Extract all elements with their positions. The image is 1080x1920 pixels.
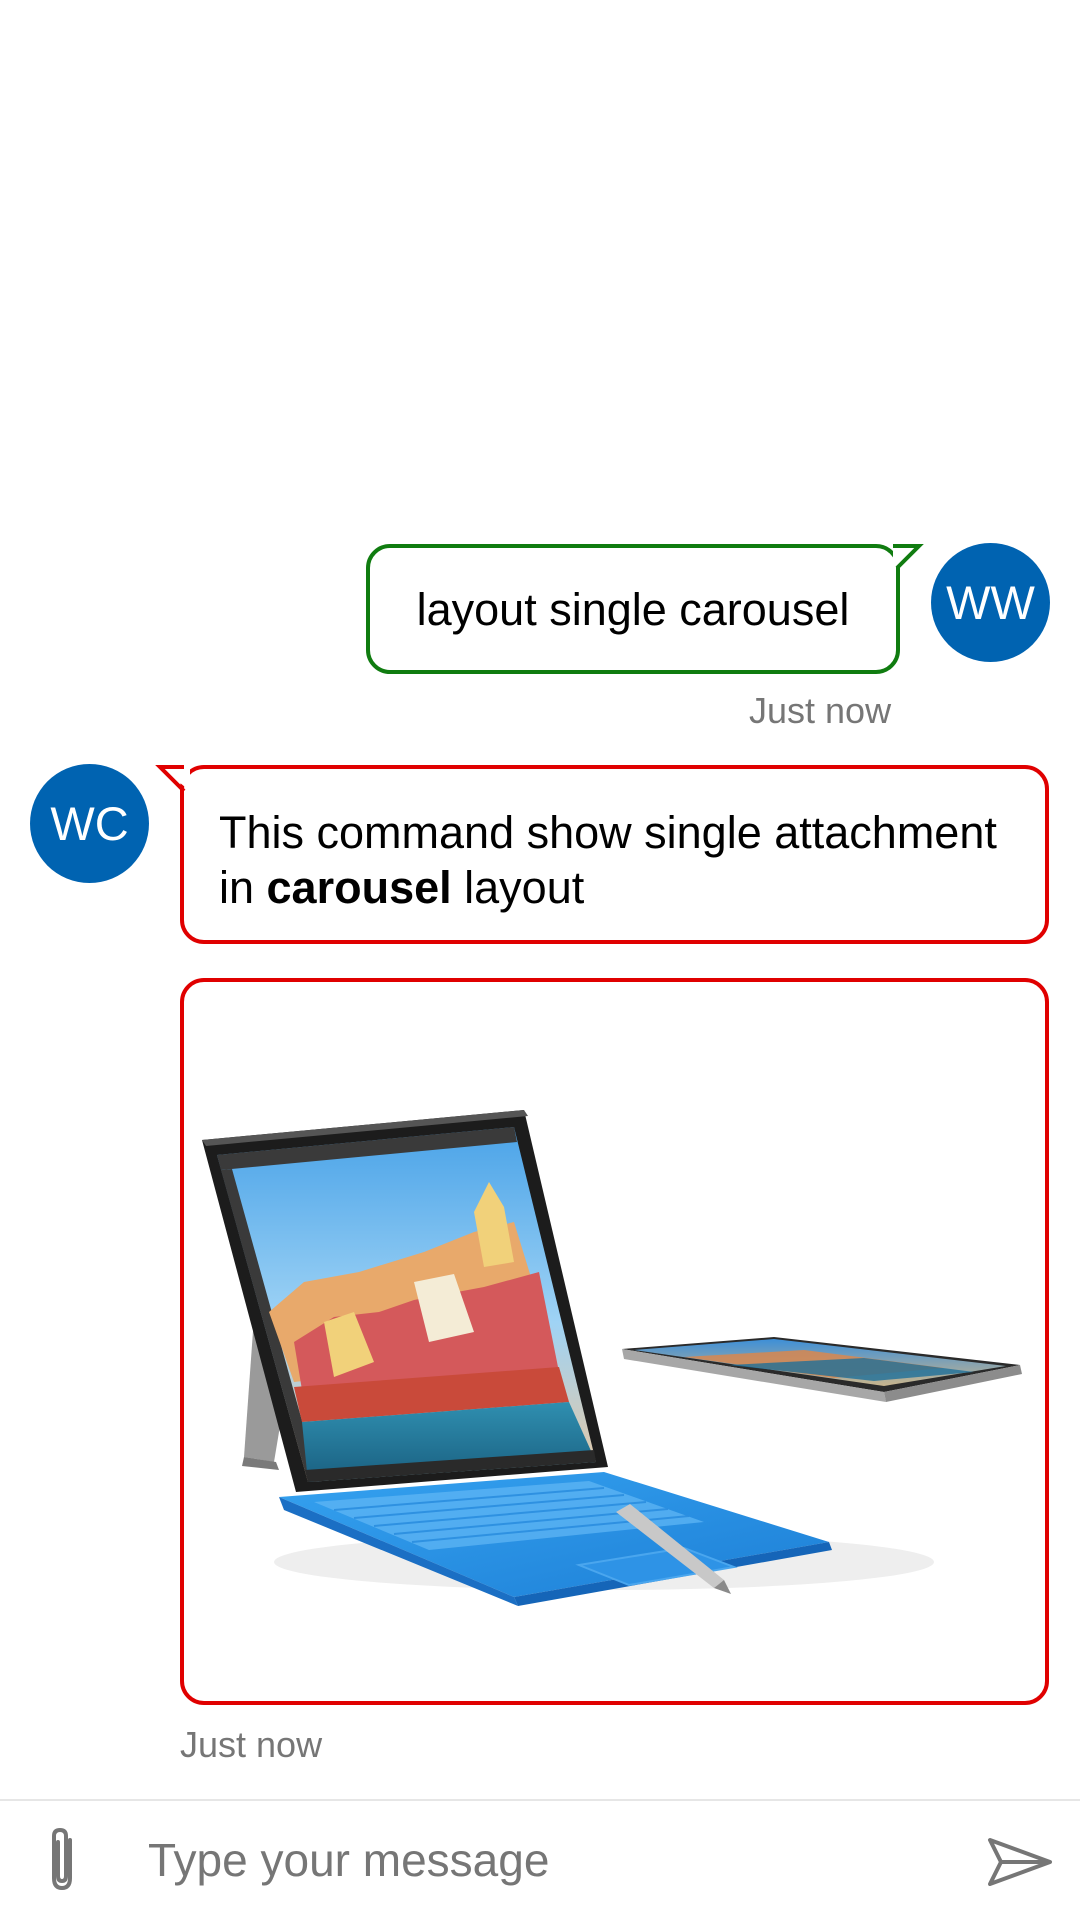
chat-app: layout single carousel WW Just now WC Th… (0, 0, 1080, 1920)
user-message-bubble: layout single carousel (366, 544, 900, 674)
attachment-card[interactable] (180, 978, 1049, 1705)
bot-bubble-tail (155, 765, 190, 793)
send-button[interactable] (980, 1827, 1060, 1897)
send-icon (988, 1838, 1052, 1886)
bot-avatar: WC (30, 764, 149, 883)
message-input[interactable] (148, 1827, 948, 1893)
bot-message-text: This command show single attachment in c… (219, 807, 997, 913)
bot-message-timestamp: Just now (180, 1724, 323, 1765)
user-bubble-tail (893, 544, 924, 570)
bot-message-bold-text: carousel (266, 862, 452, 913)
paperclip-icon (52, 1827, 72, 1891)
user-message-timestamp: Just now (749, 690, 892, 731)
attachment-image (202, 1110, 1022, 1606)
attach-button[interactable] (30, 1825, 94, 1897)
user-avatar-initials: WW (946, 576, 1035, 629)
message-composer (0, 1799, 1080, 1920)
bot-message-bubble: This command show single attachment in c… (180, 765, 1049, 944)
bot-avatar-initials: WC (50, 797, 129, 850)
user-avatar: WW (931, 543, 1050, 662)
user-message-text: layout single carousel (416, 583, 850, 635)
